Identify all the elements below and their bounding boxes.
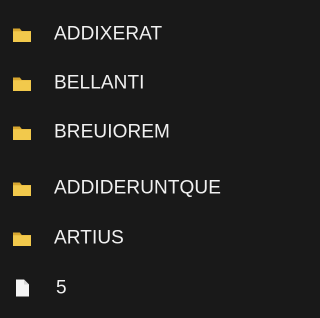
folder-icon	[13, 126, 31, 140]
item-label: BREUIOREM	[54, 121, 170, 143]
folder-icon	[13, 182, 31, 196]
list-item-folder-breuiorem[interactable]: BREUIOREM	[0, 112, 275, 152]
item-label: BELLANTI	[54, 72, 145, 94]
file-list-panel: ADDIXERAT BELLANTI BREUIOREM ADDIDERUNTQ…	[0, 0, 275, 318]
list-item-file-5[interactable]: 5	[0, 268, 275, 308]
folder-icon	[13, 232, 31, 246]
item-label: ADDIDERUNTQUE	[54, 177, 222, 199]
list-item-folder-addixerat[interactable]: ADDIXERAT	[0, 14, 275, 54]
item-label: 5	[56, 277, 67, 299]
list-item-folder-addideruntque[interactable]: ADDIDERUNTQUE	[0, 168, 275, 208]
list-item-folder-bellanti[interactable]: BELLANTI	[0, 63, 275, 103]
file-icon	[16, 279, 29, 297]
folder-icon	[13, 28, 31, 42]
list-item-folder-artius[interactable]: ARTIUS	[0, 218, 275, 258]
item-label: ADDIXERAT	[54, 23, 163, 45]
folder-icon	[13, 77, 31, 91]
item-label: ARTIUS	[54, 227, 124, 249]
